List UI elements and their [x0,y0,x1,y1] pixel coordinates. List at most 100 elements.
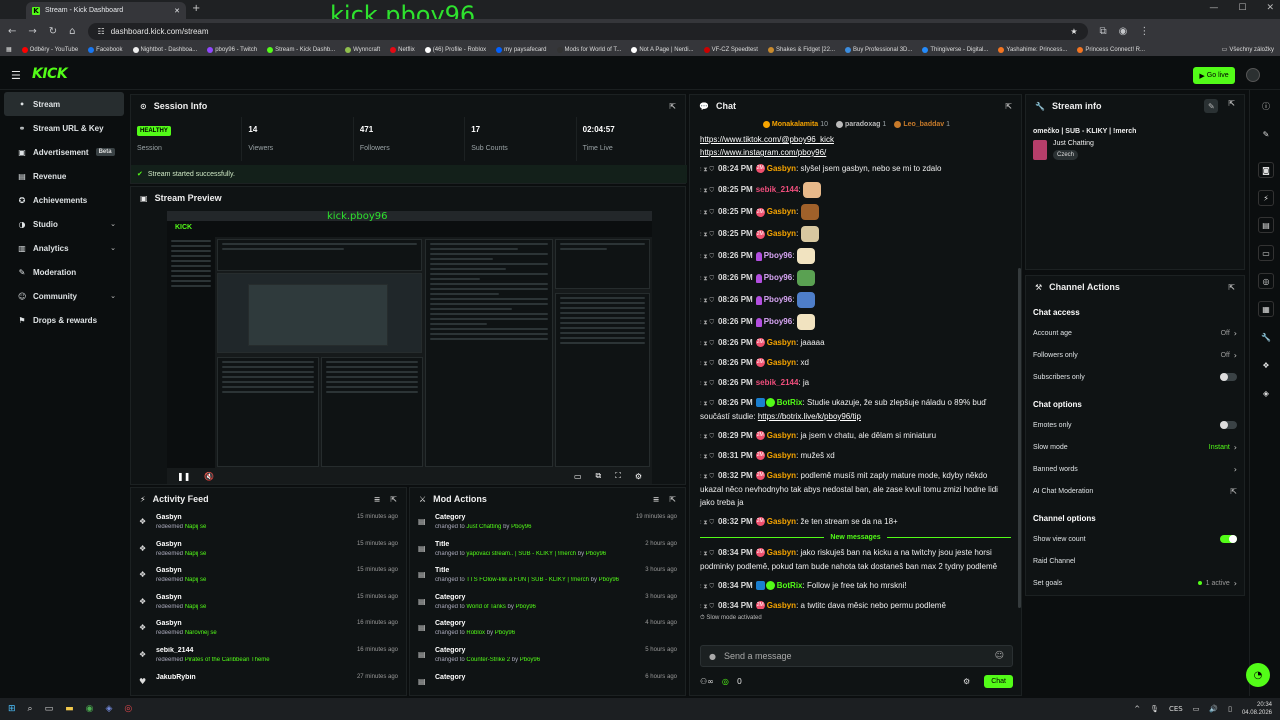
chat-username[interactable]: Gasbyn [767,229,796,238]
shapes-icon[interactable]: ❖ [1258,357,1274,373]
chat-username[interactable]: Gasbyn [767,207,796,216]
bookmark-item[interactable]: Odběry - YouTube [21,46,78,53]
menu-icon[interactable]: ⋮ [1139,26,1149,37]
sidebar-item-studio[interactable]: ◑ Studio ⌄ [4,212,124,236]
bookmark-item[interactable]: Stream - Kick Dashb... [267,46,335,53]
clock[interactable]: 20:34 04.08.2026 [1242,701,1272,717]
message-actions-icon[interactable]: ⫶ ⧗ ⛉ [700,380,714,387]
layout-icon[interactable]: ▦ [1258,301,1274,317]
chat-username[interactable]: Gasbyn [767,431,796,440]
bookmark-item[interactable]: VF-CZ Speedtest [703,46,758,53]
browser-tab[interactable]: K Stream - Kick Dashboard ✕ [26,2,186,19]
message-actions-icon[interactable]: ⫶ ⧗ ⛉ [700,453,714,460]
discord-icon[interactable]: ◈ [105,704,112,714]
message-actions-icon[interactable]: ⫶ ⧗ ⛉ [700,519,714,526]
message-actions-icon[interactable]: ⫶ ⧗ ⛉ [700,231,714,238]
action-banned-words[interactable]: Banned words › [1026,458,1244,480]
chat-username[interactable]: BotRix [777,398,803,407]
chat-link[interactable]: https://www.tiktok.com/@pboy96_kick [700,133,1011,146]
sidebar-item-stream[interactable]: • Stream [4,92,124,116]
chat-scrollbar[interactable] [1018,268,1021,608]
video-player[interactable]: KICK kick.pboy96 ❚❚ 🔇 ▭ ⧉ ⛶ ⚙ [167,211,652,484]
message-actions-icon[interactable]: ⫶ ⧗ ⛉ [700,400,714,407]
battery-icon[interactable]: ▯ [1228,705,1232,713]
chat-username[interactable]: BotRix [777,581,803,590]
popout-icon[interactable]: ⇱ [1228,283,1235,292]
chat-username[interactable]: sebik_2144 [756,185,799,194]
mute-icon[interactable]: 🔇 [204,472,214,481]
chat-username[interactable]: Gasbyn [767,358,796,367]
close-window-icon[interactable]: ✕ [1266,3,1274,13]
search-icon[interactable]: ⌕ [28,704,33,714]
action-raid-channel[interactable]: Raid Channel [1026,550,1244,572]
action-account-age[interactable]: Account age Off › [1026,322,1244,344]
chat-settings-icon[interactable]: ⚙ [963,677,970,686]
top-gifter[interactable]: Leo_baddav 1 [894,117,950,131]
bookmark-item[interactable]: Mods for World of T... [556,46,621,53]
chat-username[interactable]: sebik_2144 [756,378,799,387]
sidebar-item-stream-url-key[interactable]: ⚭ Stream URL & Key [4,116,124,140]
close-tab-icon[interactable]: ✕ [174,7,180,15]
chat-username[interactable]: Gasbyn [767,451,796,460]
sidebar-item-drops-rewards[interactable]: ⚑ Drops & rewards [4,308,124,332]
filter-icon[interactable]: ≡ [653,495,660,504]
bookmark-item[interactable]: Facebook [88,46,123,53]
message-actions-icon[interactable]: ⫶ ⧗ ⛉ [700,297,714,304]
language-indicator[interactable]: CES [1169,705,1183,713]
bookmark-item[interactable]: Princess Connect! R... [1077,46,1145,53]
kick-logo[interactable]: KICK [32,66,68,82]
top-gifter[interactable]: Monakalamita 10 [762,117,828,131]
action-set-goals[interactable]: Set goals 1 active › [1026,572,1244,594]
chat-username[interactable]: Pboy96 [764,251,792,260]
chat-input[interactable]: ● Send a message ☺ [700,645,1013,667]
sidebar-item-revenue[interactable]: ▤ Revenue [4,164,124,188]
message-actions-icon[interactable]: ⫶ ⧗ ⛉ [700,603,714,609]
message-actions-icon[interactable]: ⫶ ⧗ ⛉ [700,473,714,480]
action-subscribers-only[interactable]: Subscribers only [1026,366,1244,388]
message-actions-icon[interactable]: ⫶ ⧗ ⛉ [700,340,714,347]
sidebar-item-community[interactable]: ☺ Community ⌄ [4,284,124,308]
windows-start-icon[interactable]: ⊞ [8,704,16,714]
bookmark-item[interactable]: Wynncraft [345,46,380,53]
profile-icon[interactable]: ◉ [1119,26,1128,37]
url-input[interactable]: ☷ dashboard.kick.com/stream ★ [87,22,1088,40]
message-actions-icon[interactable]: ⫶ ⧗ ⛉ [700,583,714,590]
message-actions-icon[interactable]: ⫶ ⧗ ⛉ [700,433,714,440]
toggle-switch[interactable] [1220,421,1237,429]
bookmark-item[interactable]: Nightbot - Dashboa... [132,46,197,53]
chat-username[interactable]: Pboy96 [764,317,792,326]
action-followers-only[interactable]: Followers only Off › [1026,344,1244,366]
document-icon[interactable]: ▤ [1258,217,1274,233]
sidebar-item-moderation[interactable]: ✎ Moderation [4,260,124,284]
bookmark-item[interactable]: my paysafecard [496,46,547,53]
chat-username[interactable]: Gasbyn [767,548,796,557]
sidebar-item-advertisement[interactable]: ▣ Advertisement Beta [4,140,124,164]
popout-icon[interactable]: ⇱ [1228,99,1235,113]
pause-icon[interactable]: ❚❚ [177,472,190,481]
chat-username[interactable]: Gasbyn [767,517,796,526]
file-explorer-icon[interactable]: ▭ [45,704,54,714]
mod-tools-icon[interactable]: ⚇∞ [700,677,714,686]
message-actions-icon[interactable]: ⫶ ⧗ ⛉ [700,360,714,367]
info-icon[interactable]: ⓘ [1258,98,1274,114]
chat-username[interactable]: Gasbyn [767,338,796,347]
chat-username[interactable]: Pboy96 [764,273,792,282]
reload-icon[interactable]: ↻ [49,26,57,37]
hamburger-menu-icon[interactable]: ☰ [11,69,21,82]
chat-send-button[interactable]: Chat [984,674,1013,688]
bookmark-item[interactable]: Buy Professional 3D... [845,46,912,53]
message-actions-icon[interactable]: ⫶ ⧗ ⛉ [700,253,714,260]
forward-icon[interactable]: → [28,26,36,37]
message-actions-icon[interactable]: ⫶ ⧗ ⛉ [700,166,714,173]
bookmark-item[interactable]: Netflix [390,46,415,53]
settings-gear-icon[interactable]: ⚙ [635,472,642,481]
wrench-icon[interactable]: 🔧 [1258,329,1274,345]
all-bookmarks[interactable]: ▭ Všechny záložky [1222,46,1274,53]
folder-icon[interactable]: ▬ [65,704,74,714]
message-actions-icon[interactable]: ⫶ ⧗ ⛉ [700,319,714,326]
network-icon[interactable]: ▭ [1193,705,1200,713]
go-live-button[interactable]: ▶ Go live [1193,67,1235,84]
top-gifter[interactable]: paradoxag 1 [836,117,886,131]
minimize-icon[interactable]: — [1209,3,1218,13]
obs-icon[interactable]: ◎ [124,704,132,714]
